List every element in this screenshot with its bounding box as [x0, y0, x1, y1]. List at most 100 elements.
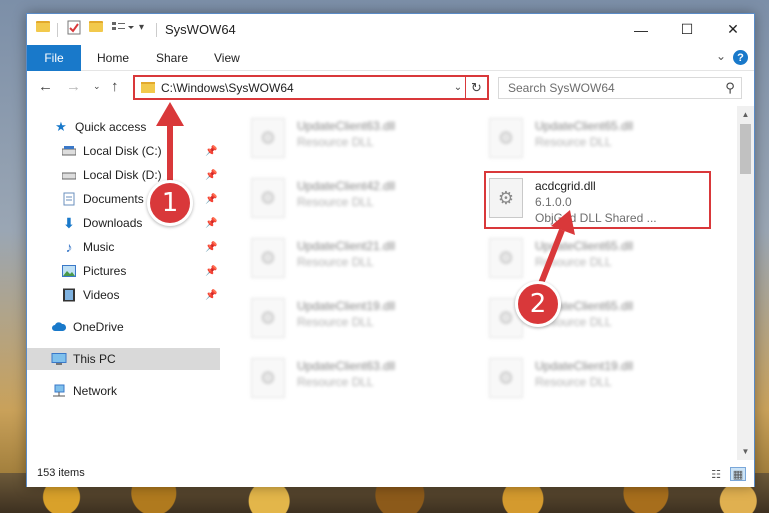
sidebar-item-pictures[interactable]: Pictures 📌 — [27, 260, 220, 282]
title-bar: ▾ SysWOW64 — ☐ ✕ — [27, 14, 754, 45]
tab-file[interactable]: File — [27, 45, 81, 71]
file-explorer-window: ▾ SysWOW64 — ☐ ✕ File Home Share View ⌄ … — [26, 13, 755, 487]
title-divider — [57, 23, 58, 37]
list-item[interactable]: ⚙ UpdateClient63.dll Resource DLL — [247, 112, 477, 168]
recent-locations-icon[interactable]: ⌄ — [93, 81, 101, 92]
sidebar-item-onedrive[interactable]: OneDrive — [27, 316, 220, 338]
status-bar: 153 items ☷ ▦ — [27, 462, 754, 487]
properties-icon[interactable] — [67, 20, 81, 35]
sidebar-item-label: Network — [73, 384, 118, 398]
pin-icon[interactable]: 📌 — [205, 266, 217, 277]
file-name: UpdateClient42.dll — [297, 179, 396, 193]
navigation-pane: ★ Quick access Local Disk (C:) 📌 Local D… — [27, 106, 220, 460]
tab-view[interactable]: View — [214, 51, 240, 65]
sidebar-item-local-disk-c[interactable]: Local Disk (C:) 📌 — [27, 140, 220, 162]
list-item[interactable]: ⚙ UpdateClient19.dll Resource DLL — [485, 352, 715, 408]
expand-ribbon-icon[interactable]: ⌄ — [716, 49, 726, 63]
large-icons-view-icon[interactable]: ▦ — [730, 467, 746, 481]
step-1-badge: 1 — [147, 180, 193, 226]
list-item[interactable]: ⚙ UpdateClient65.dll Resource DLL — [485, 232, 715, 288]
sidebar-item-label: This PC — [73, 352, 116, 366]
up-arrow-icon[interactable]: ↑ — [111, 78, 119, 95]
new-folder-icon[interactable] — [89, 21, 103, 32]
tab-share[interactable]: Share — [156, 51, 188, 65]
videos-icon — [61, 288, 77, 302]
download-icon: ⬇ — [63, 214, 75, 231]
file-name: UpdateClient65.dll — [535, 119, 634, 133]
details-view-icon[interactable]: ☷ — [708, 467, 724, 481]
search-input[interactable]: Search SysWOW64 — [508, 81, 719, 95]
minimize-button[interactable]: — — [618, 14, 664, 45]
dll-file-icon: ⚙ — [251, 178, 285, 218]
address-bar[interactable]: C:\Windows\SysWOW64 ⌄ ↻ — [133, 75, 489, 100]
quick-access-dropdown-icon[interactable]: ▾ — [139, 22, 144, 33]
refresh-icon[interactable]: ↻ — [465, 77, 487, 98]
sidebar-item-label: OneDrive — [73, 320, 124, 334]
maximize-button[interactable]: ☐ — [664, 14, 710, 45]
scrollbar-thumb[interactable] — [740, 124, 751, 174]
file-list: ⚙ UpdateClient63.dll Resource DLL ⚙ Updat… — [221, 106, 737, 460]
step-2-badge: 2 — [515, 281, 561, 327]
forward-arrow-icon[interactable]: → — [66, 78, 81, 95]
file-name: UpdateClient21.dll — [297, 239, 396, 253]
list-item[interactable]: ⚙ UpdateClient21.dll Resource DLL — [247, 232, 477, 288]
sidebar-item-quick-access[interactable]: ★ Quick access — [27, 116, 220, 138]
file-name: UpdateClient63.dll — [297, 359, 396, 373]
sidebar-item-network[interactable]: Network — [27, 380, 220, 402]
pin-icon[interactable]: 📌 — [205, 194, 217, 205]
file-name: UpdateClient63.dll — [297, 119, 396, 133]
sidebar-item-label: Pictures — [83, 264, 127, 278]
list-item[interactable]: ⚙ UpdateClient65.dll Resource DLL — [485, 112, 715, 168]
file-type: Resource DLL — [297, 315, 374, 329]
address-path[interactable]: C:\Windows\SysWOW64 — [161, 81, 451, 95]
computer-icon — [51, 352, 67, 366]
vertical-scrollbar[interactable]: ▲ ▼ — [737, 106, 754, 460]
sidebar-item-label: Local Disk (D:) — [83, 168, 162, 182]
list-item[interactable]: ⚙ UpdateClient63.dll Resource DLL — [247, 352, 477, 408]
help-icon[interactable]: ? — [733, 50, 748, 65]
list-item[interactable]: ⚙ UpdateClient42.dll Resource DLL — [247, 172, 477, 228]
scroll-down-icon[interactable]: ▼ — [737, 443, 754, 460]
file-type: Resource DLL — [297, 255, 374, 269]
item-count: 153 items — [37, 467, 85, 479]
ribbon-tabs: File Home Share View ⌄ ? — [27, 45, 754, 71]
pin-icon[interactable]: 📌 — [205, 170, 217, 181]
customize-toolbar-icon[interactable] — [111, 20, 137, 35]
close-button[interactable]: ✕ — [710, 14, 756, 45]
search-icon[interactable]: ⚲ — [719, 80, 741, 96]
network-icon — [51, 384, 67, 398]
window-title: SysWOW64 — [165, 22, 236, 37]
scroll-up-icon[interactable]: ▲ — [737, 106, 754, 123]
sidebar-item-videos[interactable]: Videos 📌 — [27, 284, 220, 306]
sidebar-item-downloads[interactable]: ⬇ Downloads 📌 — [27, 212, 220, 234]
sidebar-item-this-pc[interactable]: This PC — [27, 348, 220, 370]
file-type: Resource DLL — [535, 135, 612, 149]
search-box[interactable]: Search SysWOW64 ⚲ — [498, 77, 742, 99]
pin-icon[interactable]: 📌 — [205, 242, 217, 253]
dll-file-icon: ⚙ — [251, 298, 285, 338]
sidebar-item-music[interactable]: ♪ Music 📌 — [27, 236, 220, 258]
sidebar-item-label: Documents — [83, 192, 144, 206]
sidebar-item-local-disk-d[interactable]: Local Disk (D:) 📌 — [27, 164, 220, 186]
file-name: UpdateClient19.dll — [297, 299, 396, 313]
file-type: Resource DLL — [535, 255, 612, 269]
pin-icon[interactable]: 📌 — [205, 146, 217, 157]
folder-icon — [36, 21, 50, 32]
pin-icon[interactable]: 📌 — [205, 290, 217, 301]
sidebar-item-label: Downloads — [83, 216, 143, 230]
back-arrow-icon[interactable]: ← — [38, 78, 53, 95]
tab-home[interactable]: Home — [97, 51, 129, 65]
sidebar-item-label: Music — [83, 240, 115, 254]
music-icon: ♪ — [65, 239, 73, 255]
list-item[interactable]: ⚙ UpdateClient19.dll Resource DLL — [247, 292, 477, 348]
address-folder-icon — [141, 82, 155, 93]
address-dropdown-icon[interactable]: ⌄ — [451, 82, 465, 93]
file-name: UpdateClient19.dll — [535, 359, 634, 373]
dll-file-icon: ⚙ — [489, 358, 523, 398]
highlight-box — [484, 171, 711, 229]
file-name: UpdateClient65.dll — [535, 239, 634, 253]
file-type: Resource DLL — [297, 375, 374, 389]
file-type: Resource DLL — [535, 375, 612, 389]
dll-file-icon: ⚙ — [251, 118, 285, 158]
pin-icon[interactable]: 📌 — [205, 218, 217, 229]
